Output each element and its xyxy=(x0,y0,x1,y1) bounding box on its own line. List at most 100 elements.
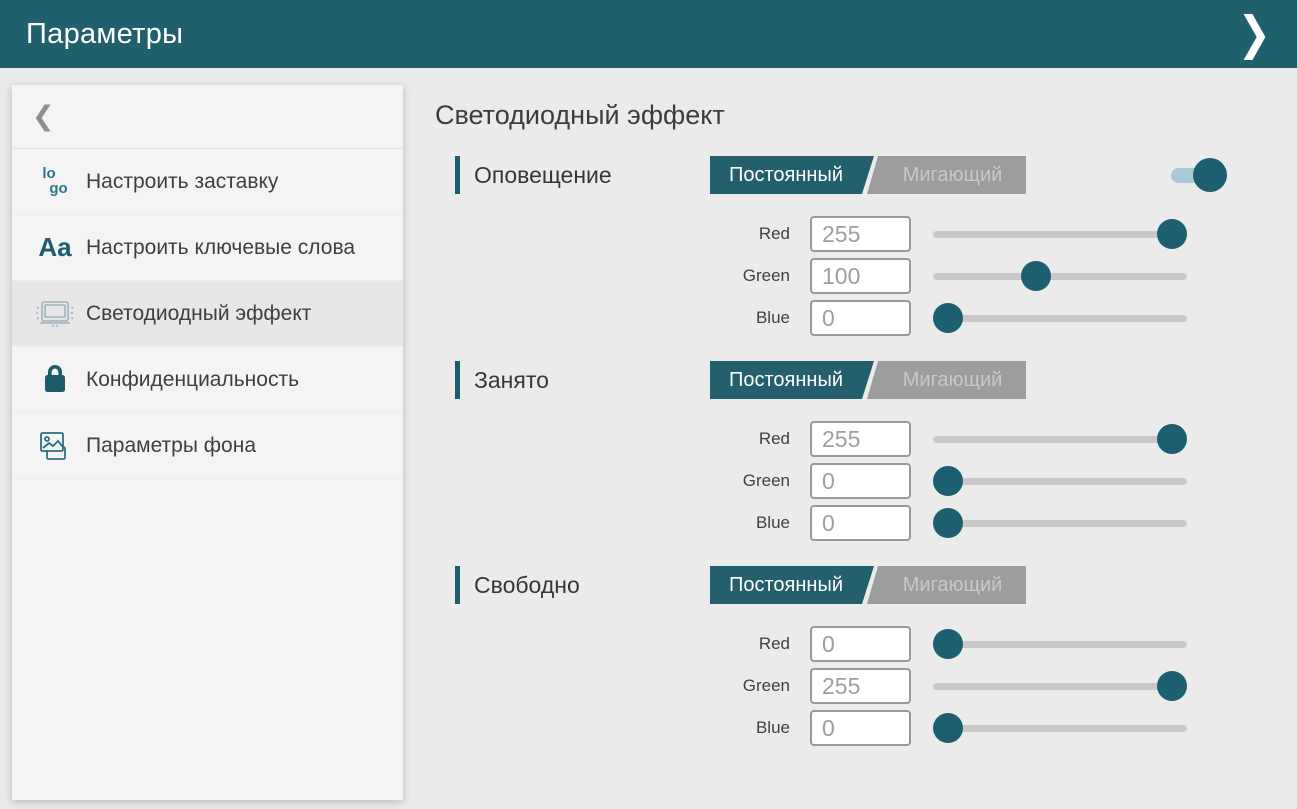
slider-track xyxy=(933,641,1187,648)
red-slider[interactable] xyxy=(933,218,1187,250)
channel-label: Red xyxy=(700,429,790,449)
blue-value-input[interactable] xyxy=(810,710,911,746)
red-slider[interactable] xyxy=(933,628,1187,660)
sidebar-item-label: Параметры фона xyxy=(86,433,256,459)
section-header: Занято Постоянный Мигающий xyxy=(435,360,1297,400)
mode-blink-button[interactable]: Мигающий xyxy=(867,156,1026,194)
slider-track xyxy=(933,478,1187,485)
red-value-input[interactable] xyxy=(810,421,911,457)
section-accent-bar xyxy=(455,566,460,604)
slider-thumb[interactable] xyxy=(933,508,963,538)
section-header: Свободно Постоянный Мигающий xyxy=(435,565,1297,605)
channel-row: Blue xyxy=(700,710,1297,746)
slider-thumb[interactable] xyxy=(933,303,963,333)
monitor-icon xyxy=(33,297,77,331)
green-slider[interactable] xyxy=(933,260,1187,292)
channel-row: Green xyxy=(700,463,1297,499)
channel-row: Green xyxy=(700,668,1297,704)
sidebar-back-button[interactable]: ❮ xyxy=(12,85,403,149)
chevron-left-icon: ❮ xyxy=(32,101,55,132)
sidebar-item-0[interactable]: logo Настроить заставку xyxy=(12,149,403,215)
green-value-input[interactable] xyxy=(810,258,911,294)
channel-rows: Red Green Blue xyxy=(700,421,1297,541)
sidebar-item-icon xyxy=(24,362,86,398)
slider-track xyxy=(933,436,1187,443)
channel-label: Green xyxy=(700,266,790,286)
images-icon xyxy=(37,429,73,463)
sidebar-item-label: Конфиденциальность xyxy=(86,367,299,393)
mode-segmented-control: Постоянный Мигающий xyxy=(710,156,1026,194)
green-slider[interactable] xyxy=(933,670,1187,702)
slider-track xyxy=(933,231,1187,238)
red-slider[interactable] xyxy=(933,423,1187,455)
slider-track xyxy=(933,683,1187,690)
logo-icon: logo xyxy=(42,167,67,196)
sections: Оповещение Постоянный Мигающий Red Green xyxy=(435,155,1297,746)
enable-toggle[interactable] xyxy=(1171,158,1227,192)
slider-track xyxy=(933,520,1187,527)
slider-track xyxy=(933,273,1187,280)
sidebar-item-label: Настроить заставку xyxy=(86,169,278,195)
mode-blink-button[interactable]: Мигающий xyxy=(867,566,1026,604)
sidebar-item-icon xyxy=(24,297,86,331)
app-header: Параметры ❯ xyxy=(0,0,1297,68)
slider-thumb[interactable] xyxy=(1157,219,1187,249)
toggle-knob xyxy=(1193,158,1227,192)
slider-thumb[interactable] xyxy=(933,466,963,496)
section-title: Свободно xyxy=(474,572,580,599)
slider-thumb[interactable] xyxy=(933,629,963,659)
channel-label: Red xyxy=(700,224,790,244)
main-panel: Светодиодный эффект Оповещение Постоянны… xyxy=(403,68,1297,770)
led-section: Оповещение Постоянный Мигающий Red Green xyxy=(435,155,1297,336)
sidebar-item-1[interactable]: Aa Настроить ключевые слова xyxy=(12,215,403,281)
blue-slider[interactable] xyxy=(933,507,1187,539)
mode-segmented-control: Постоянный Мигающий xyxy=(710,566,1026,604)
mode-solid-button[interactable]: Постоянный xyxy=(710,361,874,399)
slider-thumb[interactable] xyxy=(1021,261,1051,291)
channel-label: Blue xyxy=(700,718,790,738)
green-value-input[interactable] xyxy=(810,463,911,499)
red-value-input[interactable] xyxy=(810,626,911,662)
slider-thumb[interactable] xyxy=(1157,424,1187,454)
sidebar-item-label: Настроить ключевые слова xyxy=(86,235,355,261)
sidebar-item-label: Светодиодный эффект xyxy=(86,301,311,327)
lock-icon xyxy=(39,362,71,398)
green-value-input[interactable] xyxy=(810,668,911,704)
channel-rows: Red Green Blue xyxy=(700,626,1297,746)
letters-icon: Aa xyxy=(38,232,71,263)
led-section: Свободно Постоянный Мигающий Red Green xyxy=(435,565,1297,746)
channel-row: Green xyxy=(700,258,1297,294)
section-title: Оповещение xyxy=(474,162,612,189)
blue-slider[interactable] xyxy=(933,712,1187,744)
sidebar-item-2[interactable]: Светодиодный эффект xyxy=(12,281,403,347)
blue-value-input[interactable] xyxy=(810,505,911,541)
mode-solid-button[interactable]: Постоянный xyxy=(710,156,874,194)
sidebar: ❮ logo Настроить заставку Aa Настроить к… xyxy=(12,85,403,800)
channel-label: Blue xyxy=(700,513,790,533)
green-slider[interactable] xyxy=(933,465,1187,497)
sidebar-item-4[interactable]: Параметры фона xyxy=(12,413,403,479)
channel-row: Blue xyxy=(700,505,1297,541)
mode-solid-button[interactable]: Постоянный xyxy=(710,566,874,604)
mode-blink-button[interactable]: Мигающий xyxy=(867,361,1026,399)
main-title: Светодиодный эффект xyxy=(435,100,1297,131)
blue-value-input[interactable] xyxy=(810,300,911,336)
section-accent-bar xyxy=(455,156,460,194)
slider-thumb[interactable] xyxy=(933,713,963,743)
page-title: Параметры xyxy=(26,18,183,51)
channel-row: Red xyxy=(700,216,1297,252)
chevron-right-icon[interactable]: ❯ xyxy=(1237,11,1271,57)
slider-thumb[interactable] xyxy=(1157,671,1187,701)
mode-segmented-control: Постоянный Мигающий xyxy=(710,361,1026,399)
red-value-input[interactable] xyxy=(810,216,911,252)
sidebar-item-3[interactable]: Конфиденциальность xyxy=(12,347,403,413)
sidebar-item-icon: Aa xyxy=(24,232,86,263)
sidebar-items: logo Настроить заставку Aa Настроить клю… xyxy=(12,149,403,479)
section-header: Оповещение Постоянный Мигающий xyxy=(435,155,1297,195)
slider-track xyxy=(933,725,1187,732)
section-title: Занято xyxy=(474,367,549,394)
sidebar-item-icon xyxy=(24,429,86,463)
channel-row: Blue xyxy=(700,300,1297,336)
blue-slider[interactable] xyxy=(933,302,1187,334)
content: ❮ logo Настроить заставку Aa Настроить к… xyxy=(0,68,1297,809)
